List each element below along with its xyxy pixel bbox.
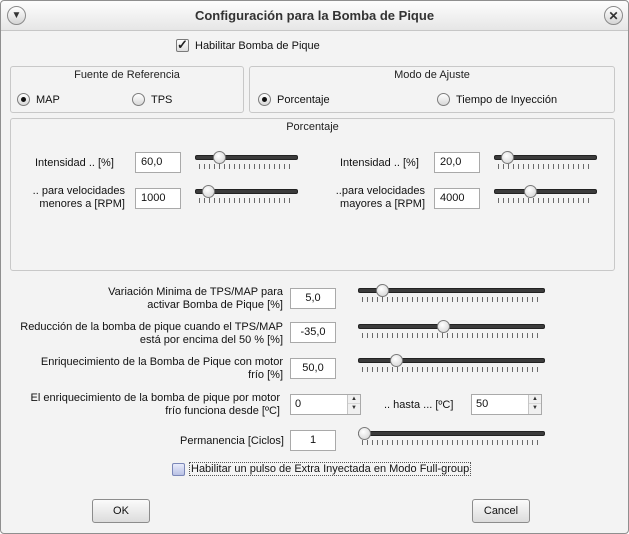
slider-thumb[interactable] [375, 284, 389, 297]
reference-source-title: Fuente de Referencia [74, 69, 180, 81]
permanence-field[interactable]: 1 [290, 430, 336, 451]
right-rpm-field[interactable]: 4000 [434, 188, 480, 209]
cancel-button[interactable]: Cancel [472, 499, 530, 523]
slider-thumb[interactable] [524, 185, 538, 198]
left-rpm-label-line2: menores a [RPM] [39, 198, 125, 210]
window-title: Configuración para la Bomba de Pique [194, 8, 435, 23]
enrichment-label: Enriquecimiento de la Bomba de Pique con… [11, 356, 283, 382]
title-bar: ▼ Configuración para la Bomba de Pique ✕ [1, 1, 628, 31]
cold-to-value: 50 [476, 398, 489, 410]
extra-pulse-label: Habilitar un pulso de Extra Inyectada en… [188, 462, 472, 476]
right-rpm-label-line1: ..para velocidades [335, 185, 425, 197]
left-rpm-slider[interactable] [195, 185, 298, 207]
radio-map[interactable] [17, 93, 30, 106]
cold-engine-label-line1: El enriquecimiento de la bomba de pique … [30, 392, 280, 404]
slider-thumb[interactable] [202, 185, 216, 198]
dialog-window: ▼ Configuración para la Bomba de Pique ✕… [0, 0, 629, 534]
right-rpm-label: ..para velocidades mayores a [RPM] [321, 185, 425, 211]
until-label: .. hasta ... [ºC] [384, 399, 454, 411]
down-arrow-icon: ▼ [532, 405, 538, 411]
left-rpm-label-line1: .. para velocidades [32, 185, 125, 197]
extra-pulse-label-text: Habilitar un pulso de Extra Inyectada en… [188, 462, 472, 476]
slider-thumb[interactable] [213, 151, 227, 164]
slider-thumb[interactable] [436, 320, 450, 333]
radio-percentage-label: Porcentaje [277, 94, 330, 106]
spin-up-button[interactable]: ▲ [529, 395, 541, 404]
radio-tps-label: TPS [151, 94, 173, 106]
percentage-title: Porcentaje [286, 121, 339, 133]
right-rpm-slider[interactable] [494, 185, 597, 207]
left-rpm-label: .. para velocidades menores a [RPM] [21, 185, 125, 211]
extra-pulse-checkbox[interactable] [172, 463, 185, 476]
cold-from-value: 0 [295, 398, 302, 410]
variation-label-line1: Variación Minima de TPS/MAP para [108, 286, 283, 298]
variation-label-line2: activar Bomba de Pique [%] [147, 299, 283, 311]
permanence-slider[interactable] [358, 427, 545, 449]
variation-slider[interactable] [358, 284, 545, 306]
enable-pump-label: Habilitar Bomba de Pique [195, 40, 320, 52]
percentage-group: Porcentaje Intensidad .. [%] 60,0 .. par… [10, 118, 615, 271]
down-arrow-icon: ▼ [351, 405, 357, 411]
reduction-label: Reducción de la bomba de pique cuando el… [11, 321, 283, 347]
left-rpm-field[interactable]: 1000 [135, 188, 181, 209]
left-intensity-label: Intensidad .. [%] [35, 157, 114, 169]
spin-down-button[interactable]: ▼ [348, 404, 360, 413]
permanence-label: Permanencia [Ciclos] [180, 435, 284, 447]
radio-percentage[interactable] [258, 93, 271, 106]
enrichment-field[interactable]: 50,0 [290, 358, 336, 379]
enrichment-label-line2: frío [%] [248, 369, 283, 381]
up-arrow-icon: ▲ [351, 396, 357, 402]
reduction-slider[interactable] [358, 320, 545, 342]
cold-to-spinbox[interactable]: 50 ▲ ▼ [471, 394, 542, 415]
right-intensity-field[interactable]: 20,0 [434, 152, 480, 173]
variation-field[interactable]: 5,0 [290, 288, 336, 309]
left-intensity-field[interactable]: 60,0 [135, 152, 181, 173]
slider-thumb[interactable] [358, 427, 371, 440]
reference-source-group: Fuente de Referencia MAP TPS [10, 66, 244, 113]
right-rpm-label-line2: mayores a [RPM] [340, 198, 425, 210]
reduction-field[interactable]: -35,0 [290, 322, 336, 343]
enrichment-label-line1: Enriquecimiento de la Bomba de Pique con… [40, 356, 283, 368]
cold-engine-label: El enriquecimiento de la bomba de pique … [11, 392, 280, 418]
right-intensity-slider[interactable] [494, 151, 597, 173]
left-intensity-slider[interactable] [195, 151, 298, 173]
radio-tps[interactable] [132, 93, 145, 106]
radio-injection-time[interactable] [437, 93, 450, 106]
adjust-mode-title: Modo de Ajuste [394, 69, 470, 81]
enrichment-slider[interactable] [358, 354, 545, 376]
spin-down-button[interactable]: ▼ [529, 404, 541, 413]
variation-label: Variación Minima de TPS/MAP para activar… [21, 286, 283, 312]
enable-pump-checkbox[interactable] [176, 37, 189, 53]
cold-from-spinbox[interactable]: 0 ▲ ▼ [290, 394, 361, 415]
adjust-mode-group: Modo de Ajuste Porcentaje Tiempo de Inye… [249, 66, 615, 113]
radio-injection-time-label: Tiempo de Inyección [456, 94, 558, 106]
spin-up-button[interactable]: ▲ [348, 395, 360, 404]
close-icon: ✕ [608, 8, 619, 23]
reduction-label-line2: está por encima del 50 % [%] [139, 334, 283, 346]
right-intensity-label: Intensidad .. [%] [340, 157, 419, 169]
up-arrow-icon: ▲ [532, 396, 538, 402]
slider-thumb[interactable] [501, 151, 515, 164]
cold-engine-label-line2: frío funciona desde [ºC] [165, 405, 280, 417]
close-button[interactable]: ✕ [604, 6, 623, 25]
radio-map-label: MAP [36, 94, 60, 106]
ok-button[interactable]: OK [92, 499, 150, 523]
reduction-label-line1: Reducción de la bomba de pique cuando el… [20, 321, 283, 333]
slider-thumb[interactable] [389, 354, 403, 367]
